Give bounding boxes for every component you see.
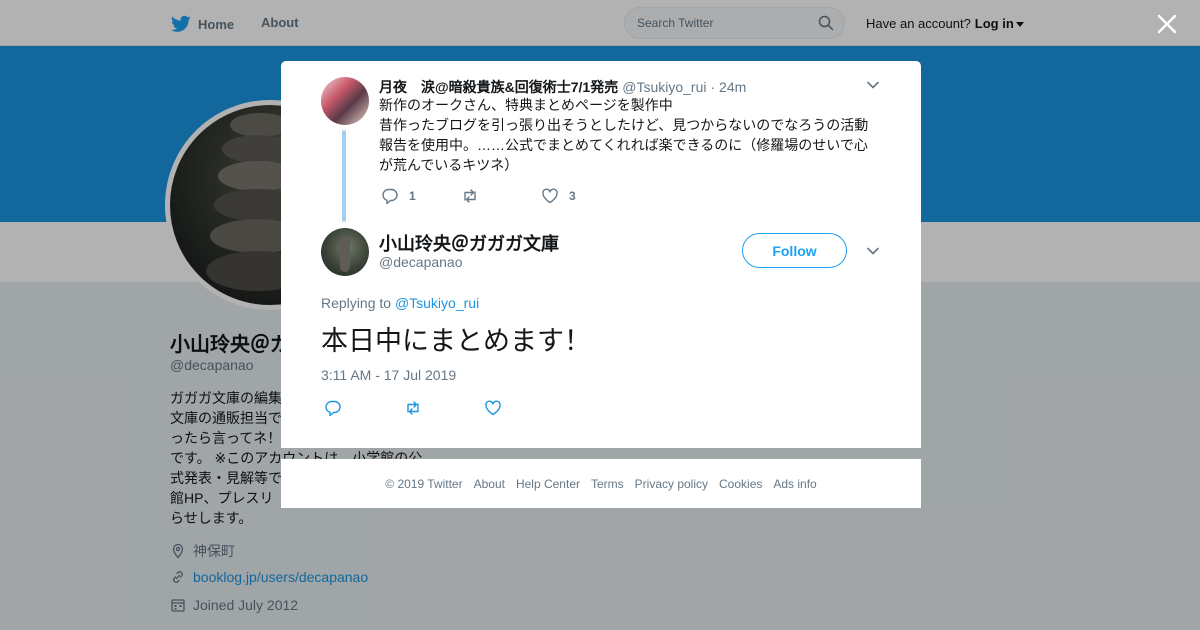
retweet-icon [407, 401, 419, 415]
footer-link-privacy[interactable]: Privacy policy [635, 477, 708, 491]
close-icon[interactable] [1155, 12, 1179, 36]
reply-count: 1 [409, 189, 416, 203]
main-tweet-text: 本日中にまとめます！ [321, 326, 591, 356]
replying-to: Replying to @Tsukiyo_rui [321, 295, 479, 311]
chevron-down-icon[interactable] [866, 78, 880, 92]
replying-to-prefix: Replying to [321, 295, 392, 311]
tweet-permalink-modal: 月夜 涙@暗殺貴族&回復術士7/1発売 @Tsukiyo_rui · 24m 新… [281, 61, 921, 448]
heart-icon [485, 400, 501, 416]
like-count: 3 [569, 189, 576, 203]
reply-icon [325, 400, 341, 417]
reply-button[interactable] [324, 399, 404, 417]
chevron-down-icon[interactable] [866, 244, 880, 258]
footer-copyright: © 2019 Twitter [385, 476, 463, 491]
footer-link-about[interactable]: About [474, 477, 505, 491]
main-tweet-actions [324, 399, 564, 417]
main-tweet-timestamp[interactable]: 3:11 AM - 17 Jul 2019 [321, 367, 456, 383]
parent-tweet-author-name[interactable]: 月夜 涙@暗殺貴族&回復術士7/1発売 [379, 77, 618, 97]
footer-link-ads-info[interactable]: Ads info [773, 477, 816, 491]
parent-tweet-author-handle[interactable]: @Tsukiyo_rui [622, 79, 706, 95]
retweet-button[interactable] [404, 399, 484, 417]
parent-tweet-text: 新作のオークさん、特典まとめページを製作中 昔作ったブログを引っ張り出そうとした… [379, 97, 869, 173]
follow-button[interactable]: Follow [742, 233, 847, 268]
parent-tweet-time[interactable]: · 24m [710, 79, 746, 95]
heart-icon [542, 188, 558, 204]
modal-footer: © 2019 Twitter About Help Center Terms P… [281, 459, 921, 508]
parent-tweet-actions: 1 3 [381, 187, 621, 205]
replying-to-mention[interactable]: @Tsukiyo_rui [395, 295, 479, 311]
main-tweet-avatar[interactable] [321, 228, 369, 276]
reply-button[interactable]: 1 [381, 187, 461, 205]
like-button[interactable]: 3 [541, 187, 621, 205]
like-button[interactable] [484, 399, 564, 417]
reply-icon [382, 188, 398, 205]
main-tweet-author-handle[interactable]: @decapanao [379, 254, 463, 270]
thread-connector-line [342, 130, 346, 222]
footer-link-cookies[interactable]: Cookies [719, 477, 762, 491]
retweet-icon [464, 189, 476, 203]
retweet-button[interactable] [461, 187, 541, 205]
main-tweet-author-name[interactable]: 小山玲央＠ガガガ文庫 [379, 230, 559, 256]
footer-link-help-center[interactable]: Help Center [516, 477, 580, 491]
parent-tweet-avatar[interactable] [321, 77, 369, 125]
parent-tweet-header: 月夜 涙@暗殺貴族&回復術士7/1発売 @Tsukiyo_rui · 24m [379, 77, 746, 97]
footer-link-terms[interactable]: Terms [591, 477, 624, 491]
